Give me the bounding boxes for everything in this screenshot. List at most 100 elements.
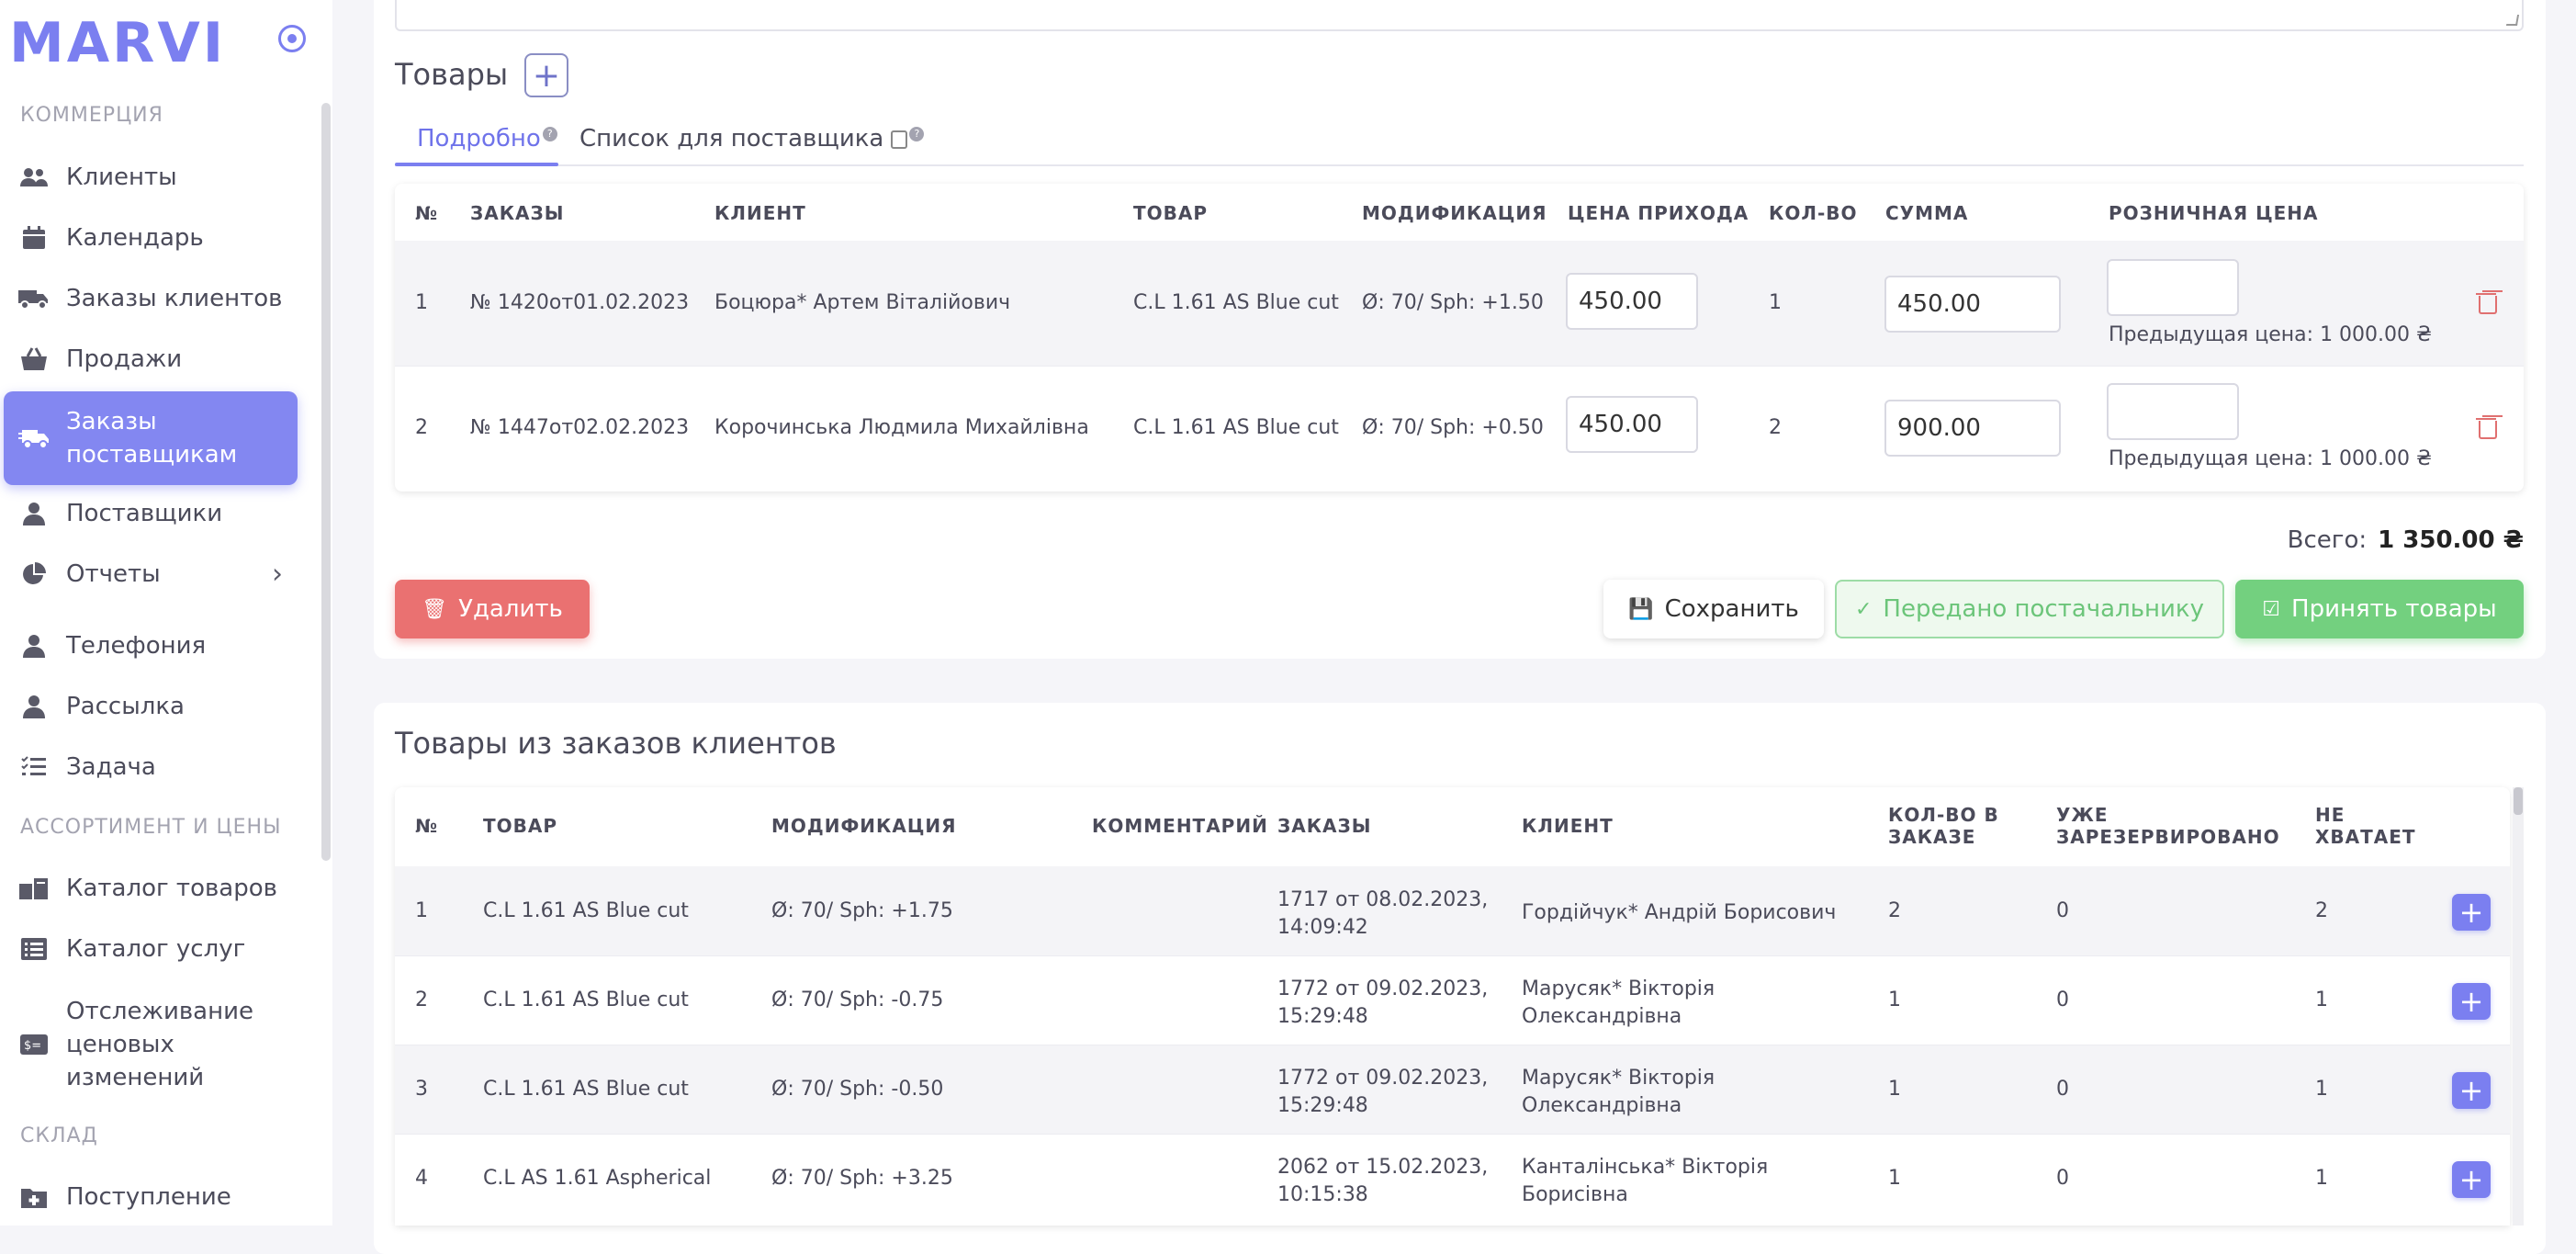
sidebar-toggle-icon[interactable] — [278, 25, 306, 52]
col-header-product: ТОВАР — [483, 815, 558, 837]
retail-price-input[interactable] — [2107, 383, 2239, 440]
section-assortment: АССОРТИМЕНТ И ЦЕНЫ — [20, 816, 282, 839]
add-row-button[interactable]: + — [2452, 894, 2491, 931]
sidebar-item-suppliers[interactable]: Поставщики — [4, 483, 298, 544]
header-line: НЕ — [2315, 804, 2345, 826]
svg-text:$=: $= — [24, 1039, 41, 1053]
tabs-divider — [395, 164, 2524, 166]
total-value: 1 350.00 ₴ — [2378, 526, 2524, 554]
accept-goods-button[interactable]: ☑ Принять товары — [2235, 580, 2524, 638]
order-link[interactable]: № 1420от01.02.2023 — [470, 291, 689, 314]
col-header-client: КЛИЕНТ — [714, 202, 806, 224]
sidebar-item-reports[interactable]: Отчеты › — [4, 544, 298, 604]
client-line: Борисівна — [1522, 1183, 1628, 1206]
retail-price-input[interactable] — [2107, 259, 2239, 316]
sidebar-item-calendar[interactable]: Календарь — [4, 208, 298, 268]
sidebar-item-label: Клиенты — [66, 164, 177, 191]
row-number: 1 — [415, 291, 428, 314]
sidebar-item-supplier-orders[interactable]: Заказы поставщикам — [4, 391, 298, 485]
product-name: C.L 1.61 AS Blue cut — [483, 1078, 689, 1101]
order-time: 15:29:48 — [1277, 1094, 1368, 1117]
add-row-button[interactable]: + — [2452, 983, 2491, 1020]
sidebar-item-label: Отслеживание ценовых изменений — [66, 998, 253, 1091]
sidebar-item-price-tracking[interactable]: $= Отслеживание ценовых изменений — [4, 994, 298, 1095]
trash-icon: 🗑 — [422, 597, 448, 621]
order-line: 1772 от 09.02.2023, — [1277, 1067, 1489, 1090]
table-scrollbar[interactable] — [2513, 787, 2524, 1226]
client-goods-title: Товары из заказов клиентов — [395, 726, 837, 761]
section-warehouse: СКЛАД — [20, 1124, 98, 1147]
col-header-qty: КОЛ-ВО — [1769, 202, 1858, 224]
sidebar-scrollbar[interactable] — [321, 103, 331, 861]
col-header-modification: МОДИФИКАЦИЯ — [771, 815, 957, 837]
resize-handle-icon[interactable] — [2505, 15, 2520, 26]
header-line: ХВАТАЕТ — [2315, 826, 2416, 848]
missing: 1 — [2315, 1078, 2328, 1101]
person-icon — [18, 634, 50, 658]
sent-to-supplier-button[interactable]: ✓ Передано постачальнику — [1835, 580, 2224, 638]
add-row-button[interactable]: + — [2452, 1161, 2491, 1198]
users-icon — [18, 165, 50, 189]
order-info[interactable]: 2062 от 15.02.2023, 10:15:38 — [1277, 1154, 1488, 1209]
help-icon[interactable]: ? — [909, 127, 925, 142]
price-in-input[interactable]: 450.00 — [1566, 273, 1698, 330]
tab-detailed[interactable]: Подробно? — [417, 125, 557, 153]
sum-input[interactable]: 900.00 — [1884, 400, 2061, 457]
sidebar-item-task[interactable]: Задача — [4, 737, 298, 797]
accept-button-label: Принять товары — [2291, 595, 2497, 623]
client-name: Канталінська* Вікторія Борисівна — [1522, 1154, 1768, 1209]
order-info[interactable]: 1772 от 09.02.2023, 15:29:48 — [1277, 976, 1488, 1031]
modification: Ø: 70/ Sph: -0.75 — [771, 989, 944, 1011]
copy-icon[interactable] — [891, 130, 908, 149]
sidebar-item-sales[interactable]: Продажи — [4, 329, 298, 390]
modification: Ø: 70/ Sph: +1.75 — [771, 899, 953, 922]
checklist-icon — [18, 755, 50, 779]
order-link[interactable]: № 1447от02.02.2023 — [470, 416, 689, 439]
trash-icon[interactable] — [2476, 292, 2497, 314]
sidebar-item-label: Поставщики — [66, 500, 223, 527]
tab-supplier-list[interactable]: Список для поставщика? — [579, 125, 925, 153]
sidebar-item-client-orders[interactable]: Заказы клиентов — [4, 268, 298, 329]
comment-textarea[interactable] — [395, 0, 2524, 31]
header-line: УЖЕ — [2056, 804, 2109, 826]
col-header-sum: СУММА — [1885, 202, 1969, 224]
missing: 1 — [2315, 989, 2328, 1011]
client-name: Корочинська Людмила Михайлівна — [714, 416, 1089, 439]
col-header-missing: НЕ ХВАТАЕТ — [2315, 804, 2416, 848]
add-goods-button[interactable]: + — [524, 53, 568, 97]
modification: Ø: 70/ Sph: +0.50 — [1362, 416, 1544, 439]
scrollbar-thumb[interactable] — [2514, 787, 2523, 815]
order-line: 2062 от 15.02.2023, — [1277, 1156, 1489, 1179]
list-icon — [18, 937, 50, 961]
sidebar-item-mailing[interactable]: Рассылка — [4, 676, 298, 737]
col-header-product: ТОВАР — [1133, 202, 1209, 224]
modification: Ø: 70/ Sph: +3.25 — [771, 1167, 953, 1190]
row-number: 2 — [415, 989, 428, 1011]
sidebar-item-receipt[interactable]: Поступление — [4, 1167, 298, 1227]
col-header-modification: МОДИФИКАЦИЯ — [1362, 202, 1547, 224]
sidebar-item-label: Продажи — [66, 345, 183, 373]
sum-input[interactable]: 450.00 — [1884, 276, 2061, 333]
help-icon[interactable]: ? — [542, 127, 557, 142]
add-row-button[interactable]: + — [2452, 1072, 2491, 1109]
section-commerce: КОММЕРЦИЯ — [20, 104, 163, 127]
price-in-input[interactable]: 450.00 — [1566, 396, 1698, 453]
order-info[interactable]: 1772 от 09.02.2023, 15:29:48 — [1277, 1065, 1488, 1120]
goods-title: Товары — [395, 57, 509, 92]
sidebar-item-clients[interactable]: Клиенты — [4, 147, 298, 208]
col-header-comment: КОММЕНТАРИЙ — [1092, 815, 1268, 837]
logo[interactable]: MARVI — [9, 11, 226, 75]
order-line: 1772 от 09.02.2023, — [1277, 977, 1489, 1000]
sidebar-item-label: Каталог услуг — [66, 935, 246, 963]
order-info[interactable]: 1717 от 08.02.2023, 14:09:42 — [1277, 887, 1488, 942]
row-number: 2 — [415, 416, 428, 439]
sidebar-item-service-catalog[interactable]: Каталог услуг — [4, 919, 298, 979]
save-button[interactable]: 💾 Сохранить — [1603, 580, 1824, 638]
trash-icon[interactable] — [2476, 417, 2497, 439]
reserved: 0 — [2056, 1167, 2069, 1190]
delete-button[interactable]: 🗑 Удалить — [395, 580, 590, 638]
save-button-label: Сохранить — [1664, 595, 1799, 623]
sidebar-item-product-catalog[interactable]: Каталог товаров — [4, 858, 298, 919]
sidebar-item-telephony[interactable]: Телефония — [4, 616, 298, 676]
folder-plus-icon — [18, 1185, 50, 1209]
